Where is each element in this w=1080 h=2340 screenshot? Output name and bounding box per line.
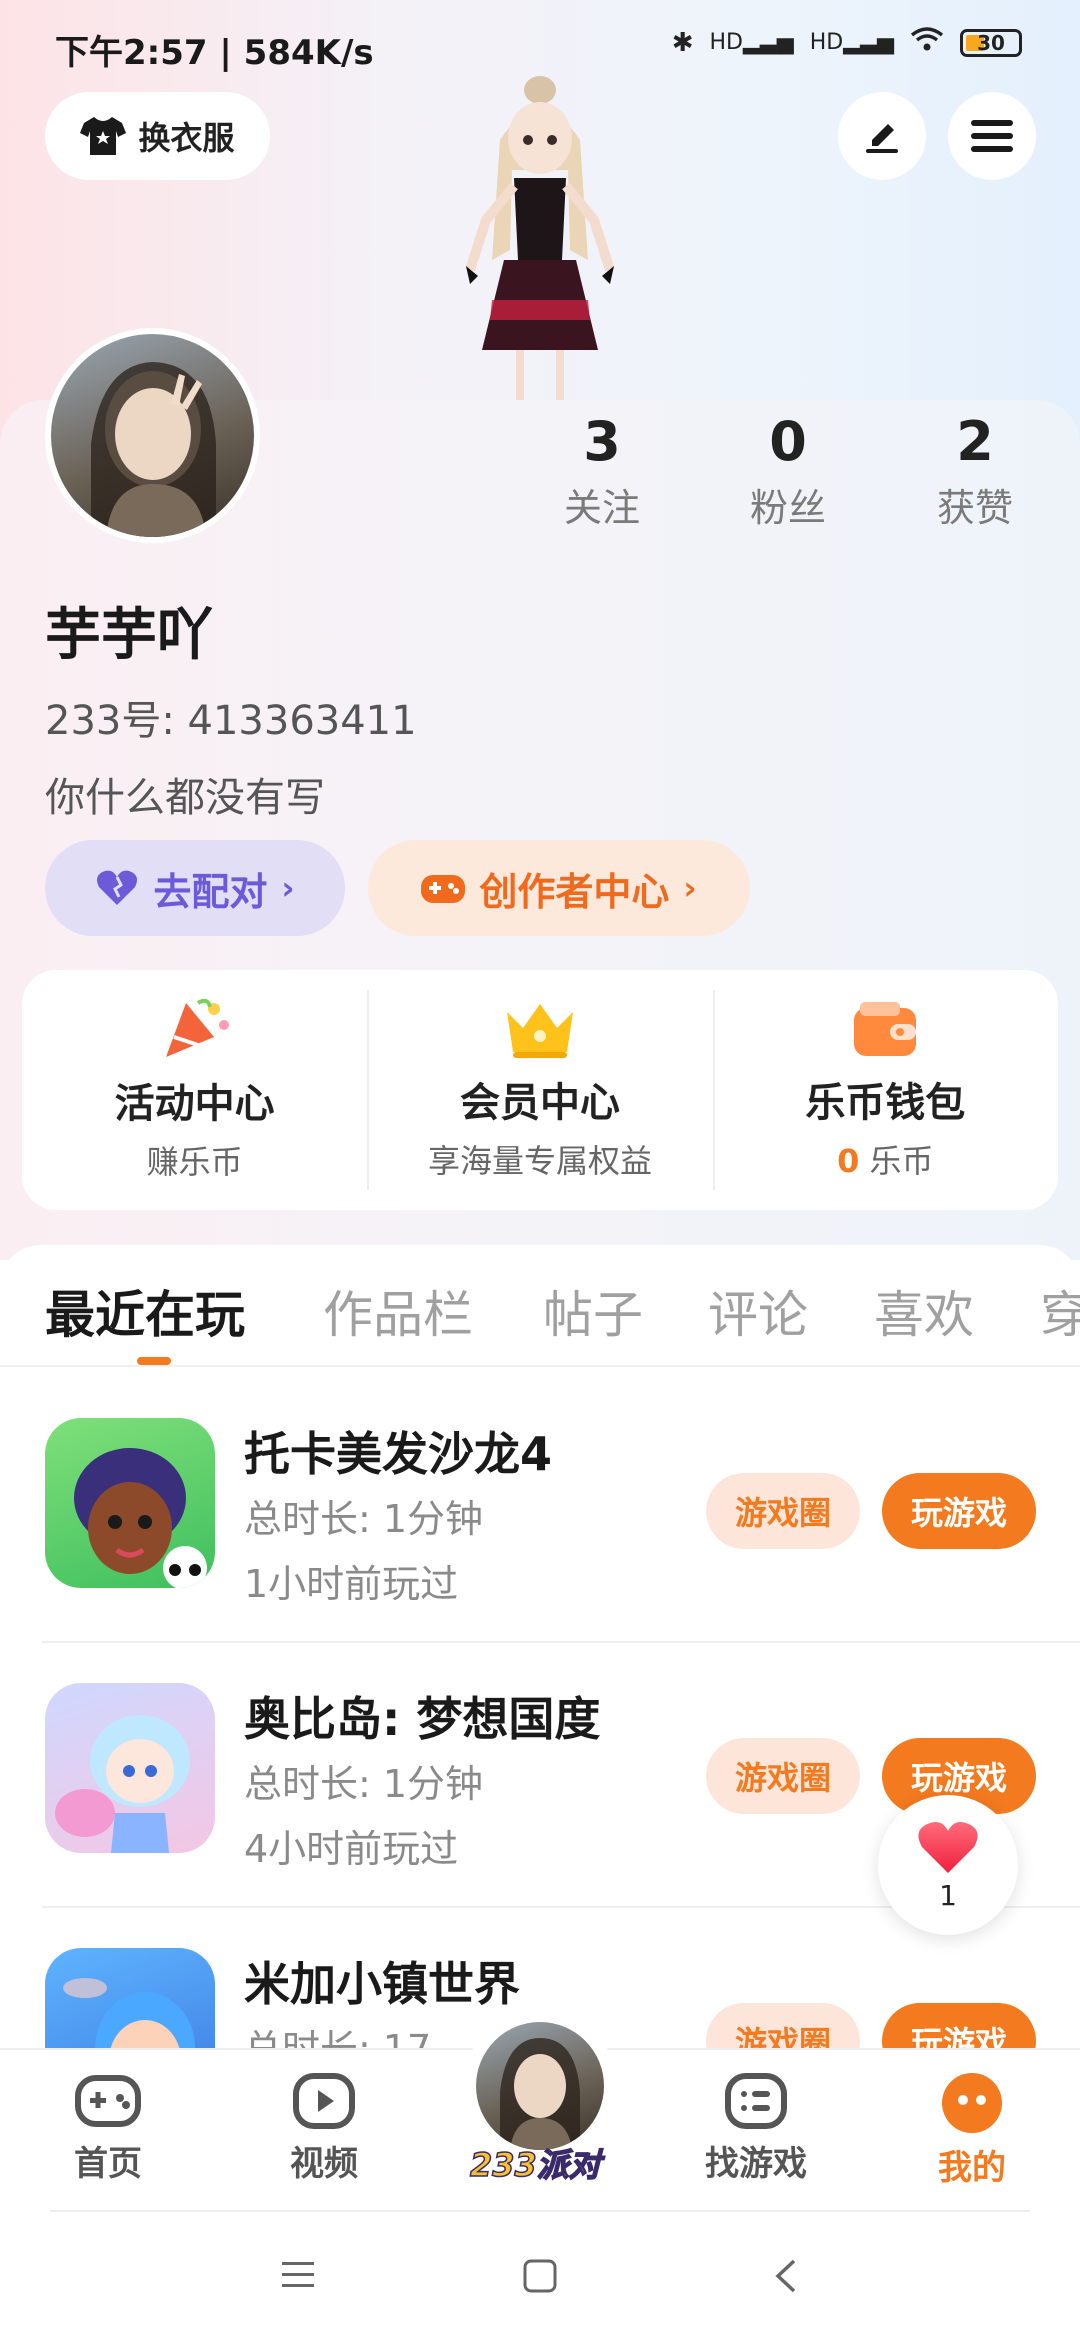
- stat-following[interactable]: 3 关注: [532, 410, 672, 532]
- match-label: 去配对: [153, 869, 268, 914]
- nav-find-games[interactable]: 找游戏: [696, 2072, 816, 2185]
- stat-fans[interactable]: 0 粉丝: [718, 410, 858, 532]
- video-play-icon: [293, 2073, 355, 2129]
- profile-bio: 你什么都没有写: [45, 775, 325, 821]
- stat-following-label: 关注: [563, 486, 640, 530]
- pen-icon: [866, 124, 898, 153]
- profile-uid: 233号: 413363411: [45, 698, 417, 744]
- menu-button[interactable]: [948, 92, 1036, 180]
- list-item[interactable]: 托卡美发沙龙4 总时长: 1分钟 1小时前玩过 游戏圈 玩游戏: [0, 1378, 1080, 1643]
- list-icon: [725, 2073, 787, 2129]
- creator-center-label: 创作者中心: [479, 869, 670, 914]
- bluetooth-icon: ✱: [671, 27, 694, 58]
- game-title: 米加小镇世界: [244, 1957, 520, 2011]
- wallet-icon: [854, 1002, 917, 1056]
- vip-center-subtitle: 享海量专属权益: [427, 1142, 652, 1180]
- nav-home[interactable]: 首页: [48, 2072, 168, 2185]
- party-avatar[interactable]: [476, 2022, 604, 2150]
- game-title: 奥比岛: 梦想国度: [244, 1692, 601, 1746]
- stat-likes-label: 获赞: [936, 486, 1013, 530]
- coin-balance: 0: [837, 1142, 860, 1180]
- activity-center-title: 活动中心: [114, 1081, 275, 1127]
- vip-center[interactable]: 会员中心 享海量专属权益: [367, 970, 712, 1210]
- avatar-character[interactable]: [430, 70, 650, 400]
- edit-profile-button[interactable]: [838, 92, 926, 180]
- play-game-button[interactable]: 玩游戏: [882, 1473, 1036, 1549]
- gamepad-icon: [421, 875, 466, 903]
- party-label: 233派对: [469, 2145, 601, 2185]
- like-float-button[interactable]: 1: [878, 1795, 1018, 1935]
- stat-likes-value: 2: [956, 410, 994, 473]
- game-title: 托卡美发沙龙4: [244, 1427, 553, 1481]
- activity-center-subtitle: 赚乐币: [146, 1143, 243, 1181]
- feature-card: 活动中心 赚乐币 会员中心 享海量专属权益 乐币钱包 0 乐币: [22, 970, 1058, 1210]
- system-nav: [0, 2210, 1080, 2340]
- game-circle-button[interactable]: 游戏圈: [706, 1738, 860, 1814]
- tab-wear[interactable]: 穿: [1040, 1275, 1080, 1347]
- hamburger-icon: [971, 120, 1013, 152]
- status-time: 下午2:57 | 584K/s: [55, 33, 374, 73]
- chevron-right-icon: ›: [683, 869, 697, 907]
- tab-comments[interactable]: 评论: [708, 1275, 808, 1347]
- change-outfit-label: 换衣服: [138, 119, 235, 157]
- nav-find-games-label: 找游戏: [705, 2144, 807, 2184]
- stat-fans-value: 0: [769, 410, 807, 473]
- game-circle-button[interactable]: 游戏圈: [706, 2003, 860, 2048]
- divider: [0, 1365, 1080, 1367]
- game-icon-miga-town: [45, 1948, 215, 2048]
- tab-works[interactable]: 作品栏: [323, 1275, 473, 1347]
- signal2-icon: HD▂▃▅: [809, 30, 894, 55]
- like-count: 1: [939, 1878, 957, 1912]
- match-button[interactable]: 去配对 ›: [45, 840, 345, 936]
- battery-icon: 30: [960, 28, 1022, 57]
- game-circle-button[interactable]: 游戏圈: [706, 1473, 860, 1549]
- nav-me-label: 我的: [938, 2148, 1006, 2188]
- heart-icon: [97, 870, 138, 905]
- game-last-played: 1小时前玩过: [244, 1562, 459, 1606]
- game-icon-obi-island: [45, 1683, 215, 1853]
- coin-wallet-title: 乐币钱包: [805, 1080, 966, 1126]
- stat-fans-label: 粉丝: [749, 486, 826, 530]
- crown-icon: [506, 1004, 573, 1058]
- nav-home-label: 首页: [74, 2144, 142, 2184]
- smiley-icon: [942, 2073, 1002, 2133]
- tab-recent-play[interactable]: 最近在玩: [45, 1275, 245, 1347]
- stat-following-value: 3: [583, 410, 621, 473]
- creator-center-button[interactable]: 创作者中心 ›: [368, 840, 750, 936]
- change-outfit-button[interactable]: 换衣服: [45, 92, 270, 180]
- stat-likes[interactable]: 2 获赞: [905, 410, 1045, 532]
- game-duration: 总时长: 1分钟: [244, 1497, 484, 1541]
- profile-avatar[interactable]: [45, 328, 260, 543]
- tab-likes[interactable]: 喜欢: [874, 1275, 974, 1347]
- nav-video-label: 视频: [290, 2144, 358, 2184]
- signal-icon: HD▂▃▅: [709, 30, 794, 55]
- game-duration: 总时长: 1分钟: [244, 1762, 484, 1806]
- gamepad-icon: [75, 2075, 141, 2127]
- back-icon[interactable]: [772, 2258, 800, 2294]
- home-square-icon[interactable]: [522, 2258, 558, 2294]
- nav-video[interactable]: 视频: [264, 2072, 384, 2185]
- game-last-played: 4小时前玩过: [244, 1827, 459, 1871]
- coin-wallet[interactable]: 乐币钱包 0 乐币: [712, 970, 1058, 1210]
- wifi-icon: [910, 26, 944, 59]
- nav-me[interactable]: 我的: [912, 2072, 1032, 2189]
- game-icon-toca-hair: [45, 1418, 215, 1588]
- coin-wallet-subtitle: 0 乐币: [837, 1142, 934, 1180]
- vip-center-title: 会员中心: [459, 1080, 620, 1126]
- profile-name: 芋芋吖: [45, 603, 213, 668]
- tab-indicator: [137, 1357, 171, 1365]
- shirt-icon: [80, 117, 127, 155]
- status-icons: ✱ HD▂▃▅ HD▂▃▅ 30: [672, 26, 1022, 59]
- party-popper-icon: [165, 998, 229, 1057]
- content-tabs: 最近在玩 作品栏 帖子 评论 喜欢 穿: [0, 1245, 1080, 1365]
- play-game-button[interactable]: 玩游戏: [882, 2003, 1036, 2048]
- tab-posts[interactable]: 帖子: [543, 1275, 643, 1347]
- activity-center[interactable]: 活动中心 赚乐币: [22, 970, 367, 1210]
- game-duration: 总时长: 17: [244, 2018, 431, 2048]
- heart-icon: [918, 1821, 978, 1873]
- recents-icon[interactable]: [280, 2260, 316, 2290]
- chevron-right-icon: ›: [281, 869, 295, 907]
